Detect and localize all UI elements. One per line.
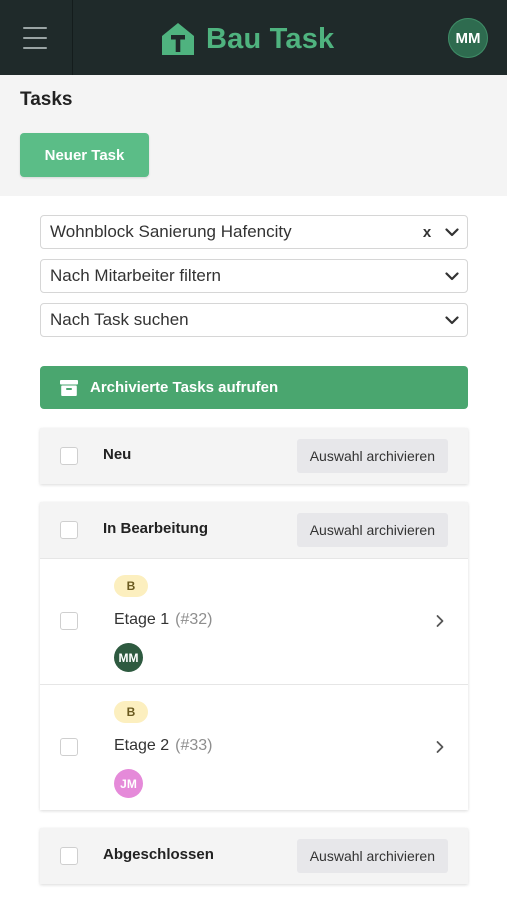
- group-title: In Bearbeitung: [103, 520, 209, 537]
- chevron-down-icon[interactable]: [437, 227, 467, 237]
- task-group-completed: Abgeschlossen Auswahl archivieren: [40, 828, 468, 884]
- task-select-checkbox[interactable]: [60, 612, 78, 630]
- task-id: (#32): [175, 611, 213, 628]
- group-select-checkbox[interactable]: [60, 521, 78, 539]
- group-title: Abgeschlossen: [103, 846, 214, 863]
- task-row[interactable]: B Etage 2 (#33) JM: [40, 684, 468, 810]
- archive-selection-button[interactable]: Auswahl archivieren: [296, 513, 448, 547]
- project-select[interactable]: Wohnblock Sanierung Hafencity x: [40, 215, 468, 249]
- archived-tasks-button[interactable]: Archivierte Tasks aufrufen: [40, 366, 468, 409]
- task-title: Etage 1: [114, 611, 170, 628]
- new-task-button[interactable]: Neuer Task: [20, 133, 149, 177]
- house-t-logo-icon: [162, 23, 194, 55]
- task-title: Etage 2: [114, 737, 170, 754]
- task-group-new: Neu Auswahl archivieren: [40, 428, 468, 484]
- group-header: Abgeschlossen Auswahl archivieren: [40, 828, 468, 884]
- hamburger-menu-icon[interactable]: [18, 24, 52, 52]
- employee-filter-select[interactable]: Nach Mitarbeiter filtern: [40, 259, 468, 293]
- task-search-select[interactable]: Nach Task suchen: [40, 303, 468, 337]
- assignee-avatar: JM: [114, 769, 143, 798]
- chevron-down-icon[interactable]: [437, 315, 467, 325]
- divider: [72, 0, 73, 75]
- app-brand[interactable]: Bau Task: [160, 20, 334, 58]
- group-header: Neu Auswahl archivieren: [40, 428, 468, 484]
- clear-icon[interactable]: x: [417, 224, 437, 241]
- top-app-bar: Bau Task MM: [0, 0, 507, 75]
- page-title: Tasks: [20, 89, 73, 110]
- task-name: Etage 2 (#33): [114, 737, 213, 755]
- task-search-placeholder: Nach Task suchen: [50, 310, 189, 329]
- group-select-checkbox[interactable]: [60, 847, 78, 865]
- task-group-in-progress: In Bearbeitung Auswahl archivieren B Eta…: [40, 502, 468, 810]
- group-title: Neu: [103, 446, 132, 463]
- archived-tasks-label: Archivierte Tasks aufrufen: [90, 379, 279, 396]
- user-avatar[interactable]: MM: [448, 18, 488, 58]
- chevron-right-icon[interactable]: [434, 740, 446, 754]
- archive-selection-button[interactable]: Auswahl archivieren: [296, 439, 448, 473]
- employee-filter-placeholder: Nach Mitarbeiter filtern: [50, 266, 222, 285]
- archive-selection-button[interactable]: Auswahl archivieren: [296, 839, 448, 873]
- app-title: Bau Task: [206, 22, 335, 55]
- task-badge: B: [114, 575, 148, 597]
- task-badge: B: [114, 701, 148, 723]
- assignee-avatar: MM: [114, 643, 143, 672]
- chevron-right-icon[interactable]: [434, 614, 446, 628]
- task-id: (#33): [175, 737, 213, 754]
- task-select-checkbox[interactable]: [60, 738, 78, 756]
- task-row[interactable]: B Etage 1 (#32) MM: [40, 558, 468, 684]
- task-name: Etage 1 (#32): [114, 611, 213, 629]
- project-select-value: Wohnblock Sanierung Hafencity: [50, 222, 292, 241]
- archive-box-icon: [60, 379, 78, 396]
- group-select-checkbox[interactable]: [60, 447, 78, 465]
- chevron-down-icon[interactable]: [437, 271, 467, 281]
- group-header: In Bearbeitung Auswahl archivieren: [40, 502, 468, 558]
